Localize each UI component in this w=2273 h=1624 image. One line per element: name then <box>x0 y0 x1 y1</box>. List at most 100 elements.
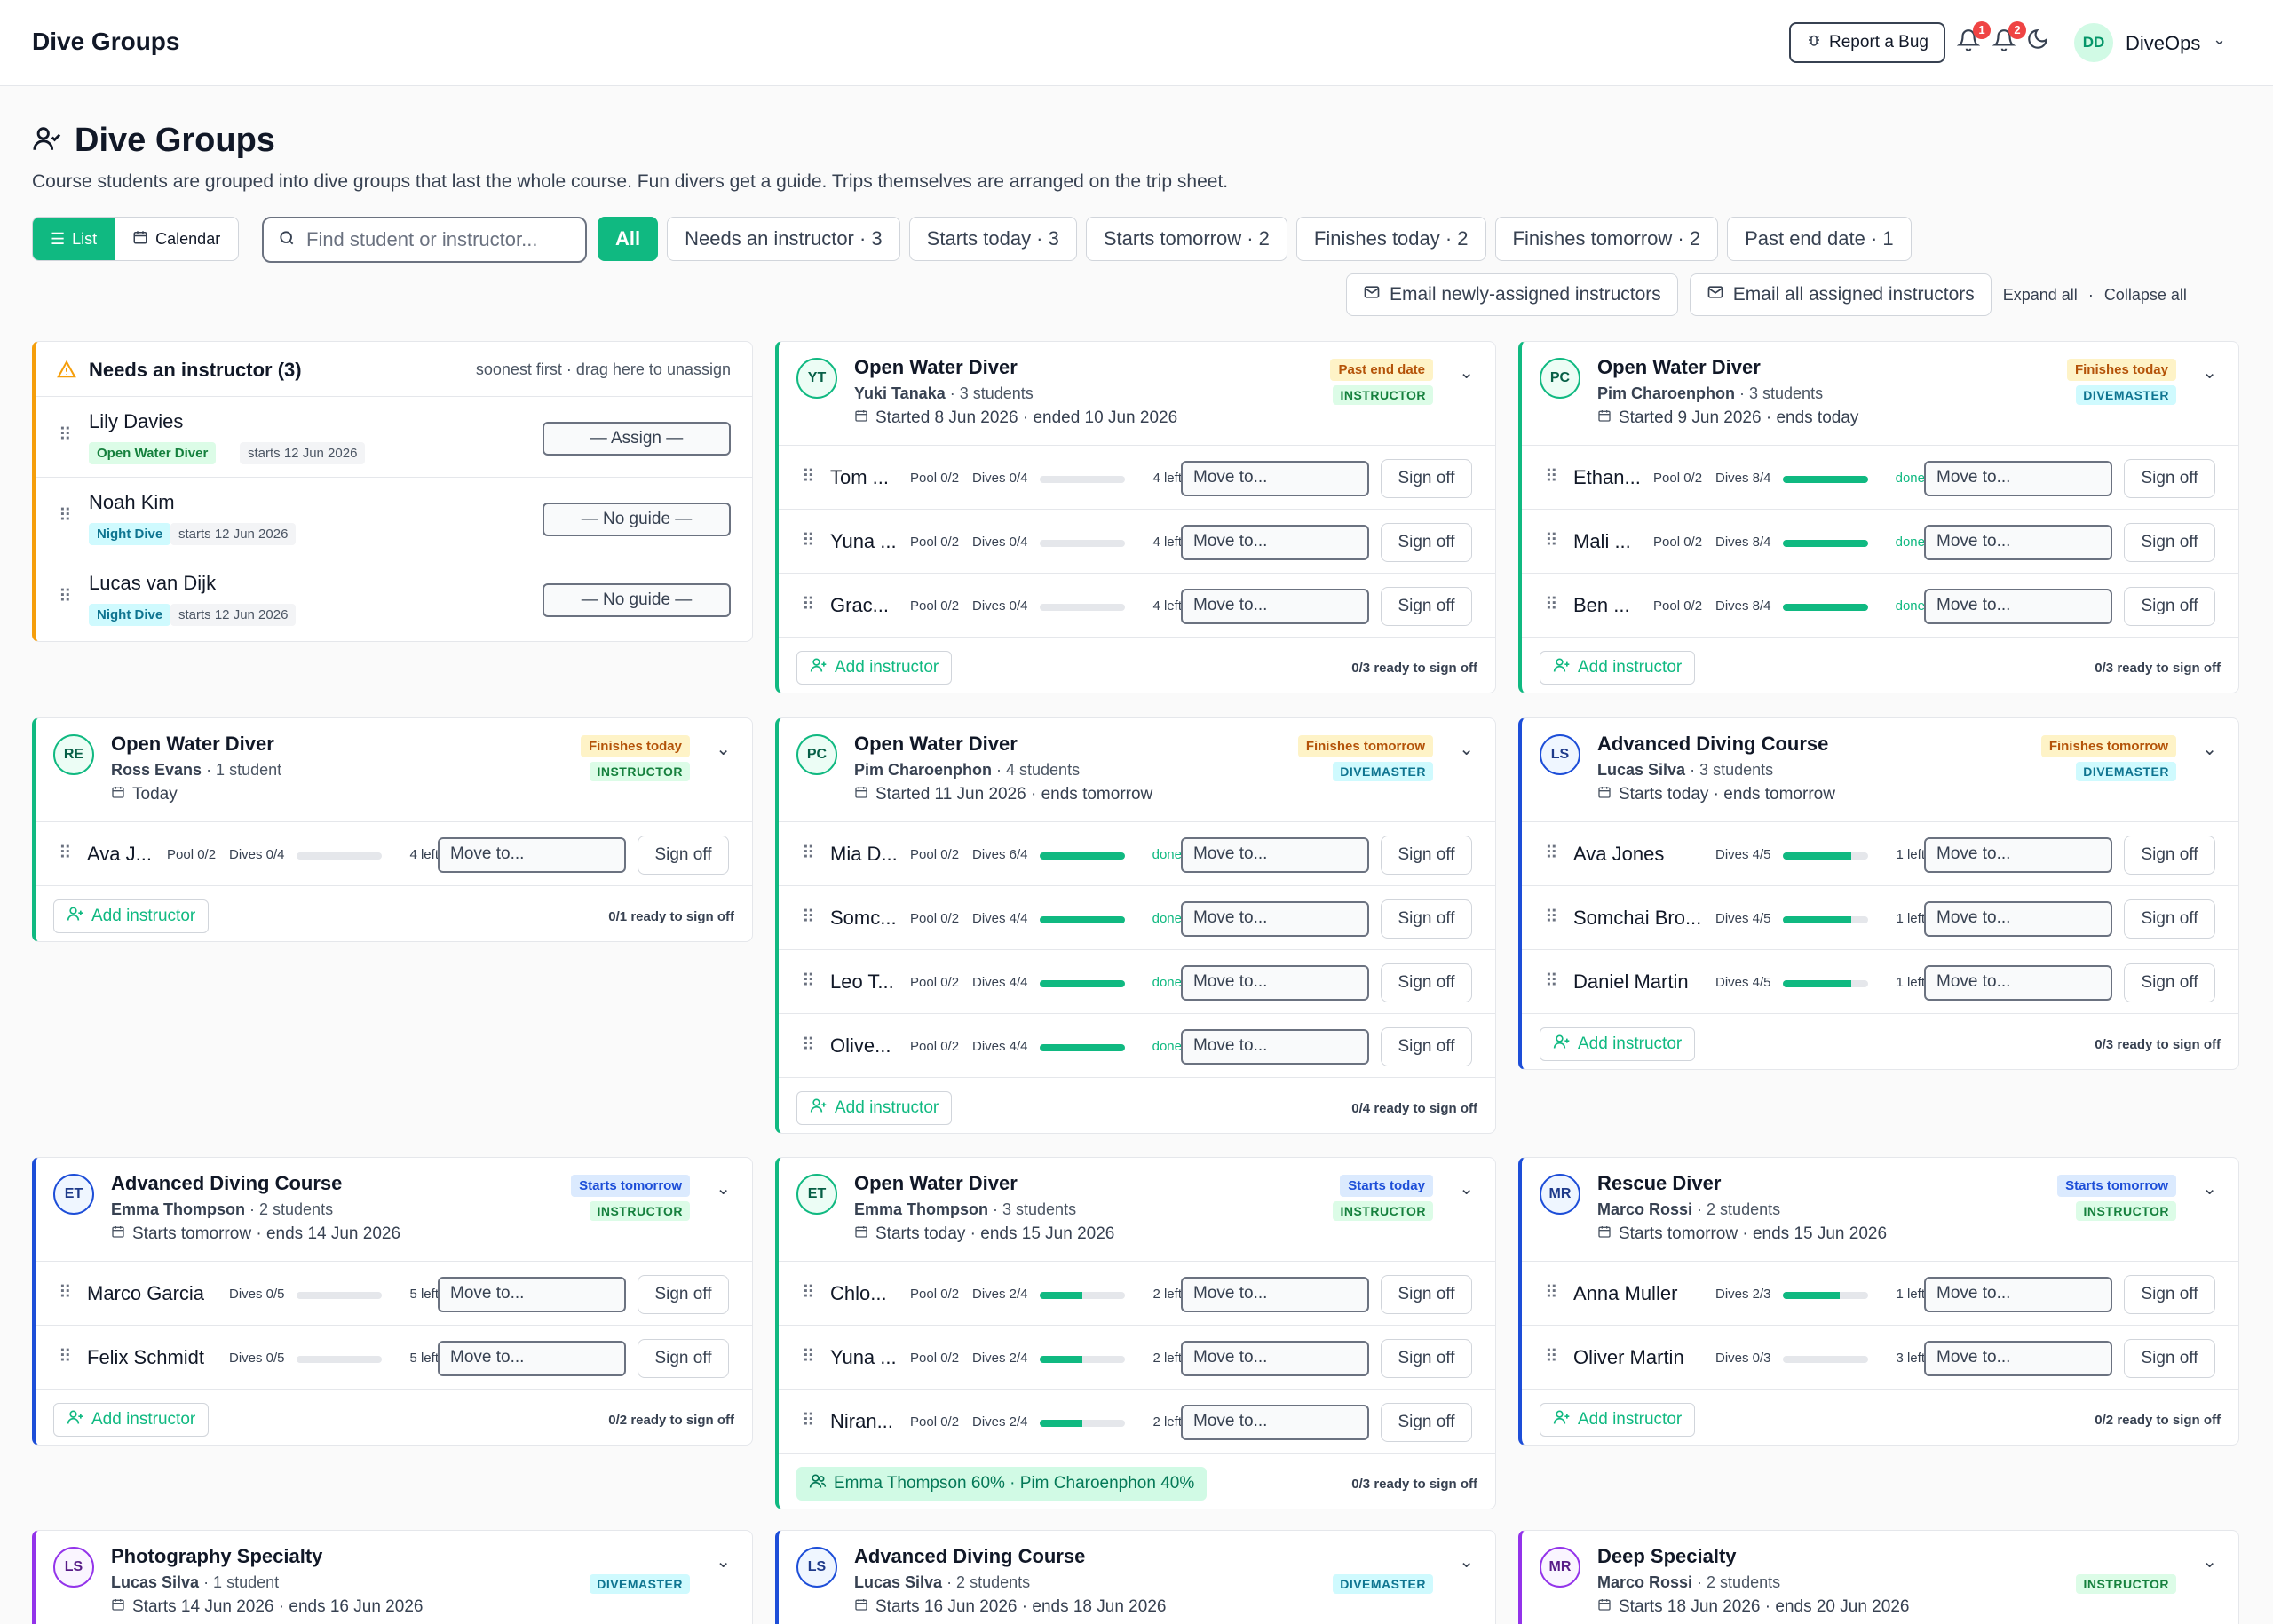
sign-off-button[interactable]: Sign off <box>2124 587 2215 626</box>
student-row[interactable]: ⠿ Daniel Martin Dives 4/5 1 left Move to... S… <box>1522 950 2238 1014</box>
sign-off-button[interactable]: Sign off <box>2124 459 2215 498</box>
move-to-select[interactable]: Move to... <box>1924 1341 2112 1376</box>
add-instructor-button[interactable]: Add instructor <box>53 1403 210 1437</box>
student-row[interactable]: ⠿ Anna Muller Dives 2/3 1 left Move to... Sig… <box>1522 1262 2238 1326</box>
drag-handle-icon[interactable]: ⠿ <box>1545 593 1558 615</box>
sign-off-button[interactable]: Sign off <box>2124 899 2215 939</box>
student-row[interactable]: ⠿ Oliver Martin Dives 0/3 3 left Move to... S… <box>1522 1326 2238 1390</box>
drag-handle-icon[interactable]: ⠿ <box>1545 1281 1558 1303</box>
move-to-select[interactable]: Move to... <box>1181 589 1369 624</box>
student-row[interactable]: ⠿ Grac... Pool 0/2 Dives 0/4 4 left Move to..… <box>779 574 1495 638</box>
report-bug-button[interactable]: Report a Bug <box>1789 22 1945 63</box>
sign-off-button[interactable]: Sign off <box>638 836 729 875</box>
move-to-select[interactable]: Move to... <box>438 1277 626 1312</box>
notifications-bell-button[interactable]: 1 <box>1955 21 1991 55</box>
add-instructor-button[interactable]: Add instructor <box>1540 1403 1696 1437</box>
filter-chip[interactable]: Past end date · 1 <box>1727 217 1912 261</box>
move-to-select[interactable]: Move to... <box>1181 965 1369 1001</box>
assign-select[interactable]: — Assign — <box>543 422 731 456</box>
student-row[interactable]: ⠿ Chlo... Pool 0/2 Dives 2/4 2 left Move to..… <box>779 1262 1495 1326</box>
drag-handle-icon[interactable]: ⠿ <box>802 1034 815 1056</box>
sign-off-button[interactable]: Sign off <box>638 1275 729 1314</box>
drag-handle-icon[interactable]: ⠿ <box>802 465 815 487</box>
student-row[interactable]: ⠿ Mia D... Pool 0/2 Dives 6/4 done Move to...… <box>779 822 1495 886</box>
dark-mode-toggle[interactable] <box>2026 28 2049 57</box>
user-name[interactable]: DiveOps <box>2126 32 2200 55</box>
student-row[interactable]: ⠿ Ben ... Pool 0/2 Dives 8/4 done Move to... S… <box>1522 574 2238 638</box>
search-field[interactable] <box>262 217 587 263</box>
filter-chip[interactable]: Finishes tomorrow · 2 <box>1494 217 1719 261</box>
drag-handle-icon[interactable]: ⠿ <box>1545 970 1558 992</box>
drag-handle-icon[interactable]: ⠿ <box>802 1281 815 1303</box>
student-row[interactable]: ⠿ Somc... Pool 0/2 Dives 4/4 done Move to... S… <box>779 886 1495 950</box>
sign-off-button[interactable]: Sign off <box>2124 1339 2215 1378</box>
sign-off-button[interactable]: Sign off <box>2124 836 2215 875</box>
move-to-select[interactable]: Move to... <box>1181 901 1369 937</box>
sign-off-button[interactable]: Sign off <box>2124 1275 2215 1314</box>
move-to-select[interactable]: Move to... <box>1181 1029 1369 1065</box>
student-row[interactable]: ⠿ Ethan... Pool 0/2 Dives 8/4 done Move to...… <box>1522 446 2238 510</box>
student-row[interactable]: ⠿ Ava Jones Dives 4/5 1 left Move to... Sign … <box>1522 822 2238 886</box>
move-to-select[interactable]: Move to... <box>1181 461 1369 496</box>
drag-handle-icon[interactable]: ⠿ <box>802 529 815 551</box>
move-to-select[interactable]: Move to... <box>1181 837 1369 873</box>
student-row[interactable]: ⠿ Ava J... Pool 0/2 Dives 0/4 4 left Move to.… <box>36 822 752 886</box>
sign-off-button[interactable]: Sign off <box>1381 836 1472 875</box>
add-instructor-button[interactable]: Add instructor <box>1540 1027 1696 1061</box>
student-row[interactable]: ⠿ Yuna ... Pool 0/2 Dives 0/4 4 left Move to.… <box>779 510 1495 574</box>
sign-off-button[interactable]: Sign off <box>1381 459 1472 498</box>
filter-chip[interactable]: Finishes today · 2 <box>1295 217 1486 261</box>
add-instructor-button[interactable]: Add instructor <box>796 1091 953 1125</box>
drag-handle-icon[interactable]: ⠿ <box>802 842 815 864</box>
student-row[interactable]: ⠿ Mali ... Pool 0/2 Dives 8/4 done Move to...… <box>1522 510 2238 574</box>
sign-off-button[interactable]: Sign off <box>1381 1275 1472 1314</box>
move-to-select[interactable]: Move to... <box>1924 589 2112 624</box>
unassigned-student-row[interactable]: ⠿ Noah Kim Night Dive starts 12 Jun 2026 — N… <box>36 478 752 558</box>
chevron-down-icon[interactable]: ⌄ <box>2202 361 2217 384</box>
drag-handle-icon[interactable]: ⠿ <box>802 593 815 615</box>
chevron-down-icon[interactable]: ⌄ <box>716 1177 731 1200</box>
sign-off-button[interactable]: Sign off <box>1381 587 1472 626</box>
student-row[interactable]: ⠿ Marco Garcia Dives 0/5 5 left Move to... Si… <box>36 1262 752 1326</box>
unassigned-student-row[interactable]: ⠿ Lily Davies Open Water Diver starts 12 Ju… <box>36 397 752 478</box>
drag-handle-icon[interactable]: ⠿ <box>1545 1345 1558 1367</box>
assign-select[interactable]: — No guide — <box>543 503 731 536</box>
list-view-button[interactable]: ☰ List <box>33 218 115 260</box>
email-new-instructors-button[interactable]: Email newly-assigned instructors <box>1346 273 1678 316</box>
unassigned-student-row[interactable]: ⠿ Lucas van Dijk Night Dive starts 12 Jun 2… <box>36 558 752 639</box>
move-to-select[interactable]: Move to... <box>1181 1341 1369 1376</box>
move-to-select[interactable]: Move to... <box>1924 965 2112 1001</box>
drag-handle-icon[interactable]: ⠿ <box>59 504 72 527</box>
sign-off-button[interactable]: Sign off <box>2124 523 2215 562</box>
expand-all-link[interactable]: Expand all <box>2003 286 2078 305</box>
drag-handle-icon[interactable]: ⠿ <box>59 1281 72 1303</box>
move-to-select[interactable]: Move to... <box>1181 1277 1369 1312</box>
chevron-down-icon[interactable]: ⌄ <box>716 738 731 760</box>
drag-handle-icon[interactable]: ⠿ <box>59 424 72 446</box>
sign-off-button[interactable]: Sign off <box>1381 523 1472 562</box>
student-row[interactable]: ⠿ Felix Schmidt Dives 0/5 5 left Move to... S… <box>36 1326 752 1390</box>
move-to-select[interactable]: Move to... <box>1181 1405 1369 1440</box>
move-to-select[interactable]: Move to... <box>1924 525 2112 560</box>
filter-chip[interactable]: Starts tomorrow · 2 <box>1085 217 1287 261</box>
add-instructor-button[interactable]: Add instructor <box>1540 651 1696 685</box>
chevron-down-icon[interactable]: ⌄ <box>2202 738 2217 760</box>
student-row[interactable]: ⠿ Tom ... Pool 0/2 Dives 0/4 4 left Move to..… <box>779 446 1495 510</box>
chevron-down-icon[interactable]: ⌄ <box>2202 1550 2217 1573</box>
drag-handle-icon[interactable]: ⠿ <box>802 1345 815 1367</box>
move-to-select[interactable]: Move to... <box>1924 837 2112 873</box>
drag-handle-icon[interactable]: ⠿ <box>59 842 72 864</box>
chevron-down-icon[interactable]: ⌄ <box>2213 30 2226 49</box>
email-all-instructors-button[interactable]: Email all assigned instructors <box>1689 273 1992 316</box>
collapse-all-link[interactable]: Collapse all <box>2104 286 2187 305</box>
student-row[interactable]: ⠿ Olive... Pool 0/2 Dives 4/4 done Move to...… <box>779 1014 1495 1078</box>
chevron-down-icon[interactable]: ⌄ <box>1459 361 1474 384</box>
drag-handle-icon[interactable]: ⠿ <box>802 906 815 928</box>
filter-chip[interactable]: Starts today · 3 <box>908 217 1077 261</box>
move-to-select[interactable]: Move to... <box>1181 525 1369 560</box>
move-to-select[interactable]: Move to... <box>438 837 626 873</box>
student-row[interactable]: ⠿ Somchai Bro... Dives 4/5 1 left Move to...… <box>1522 886 2238 950</box>
sign-off-button[interactable]: Sign off <box>1381 1403 1472 1442</box>
drag-handle-icon[interactable]: ⠿ <box>59 585 72 607</box>
sign-off-button[interactable]: Sign off <box>1381 963 1472 1002</box>
